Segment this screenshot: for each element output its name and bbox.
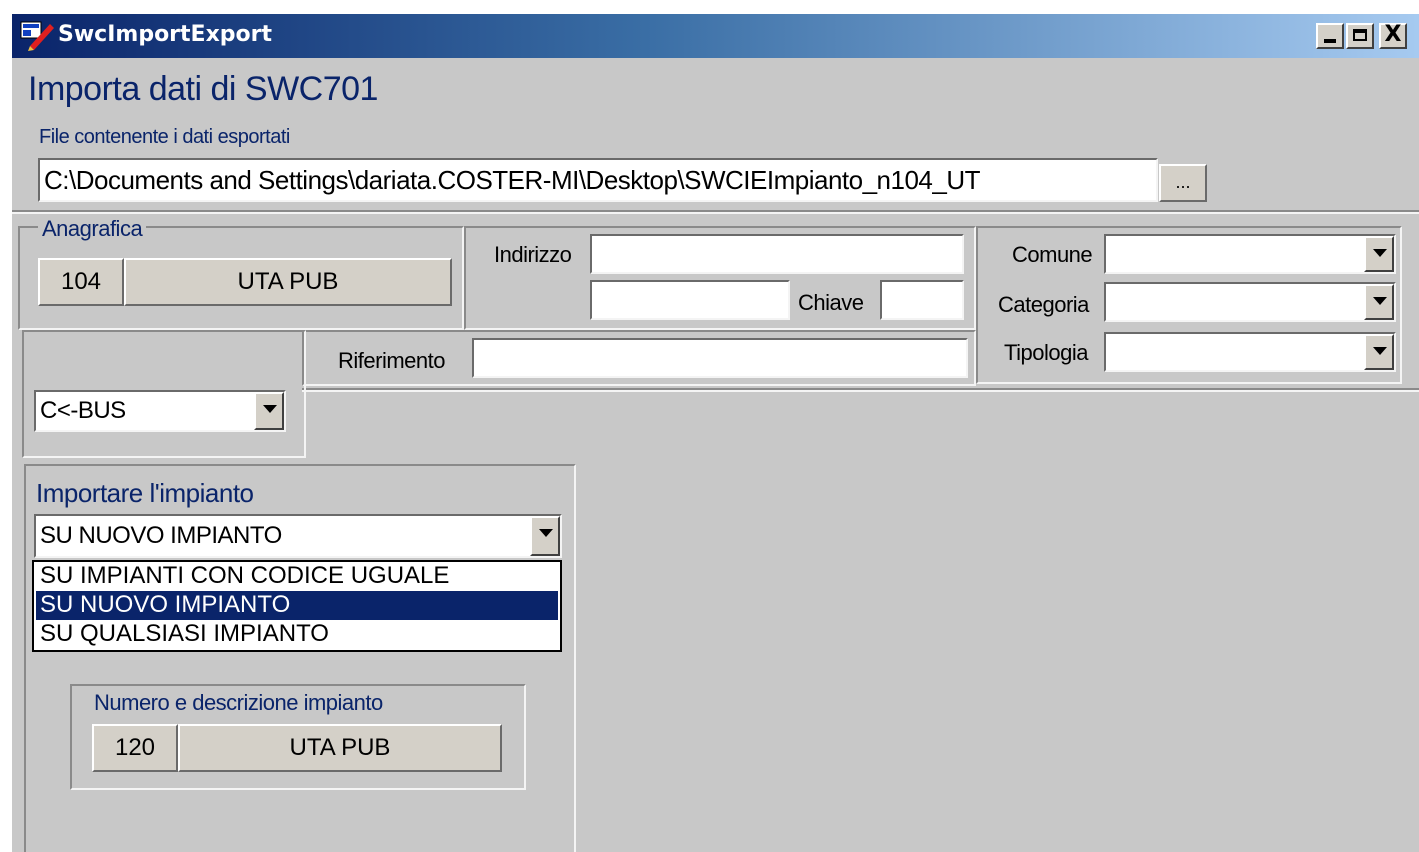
dropdown-option[interactable]: SU IMPIANTI CON CODICE UGUALE: [36, 562, 558, 591]
comune-dropdown-button[interactable]: [1364, 236, 1394, 272]
indirizzo-input[interactable]: [590, 234, 964, 274]
anagrafica-name[interactable]: UTA PUB: [124, 258, 452, 306]
page-title: Importa dati di SWC701: [28, 70, 378, 108]
file-label: File contenente i dati esportati: [39, 126, 290, 148]
chiave-label: Chiave: [798, 290, 864, 315]
import-mode-value: SU NUOVO IMPIANTO: [40, 522, 282, 549]
impianto-number-label: 120: [114, 734, 156, 761]
browse-button[interactable]: ...: [1159, 164, 1207, 202]
tipologia-dropdown-button[interactable]: [1364, 334, 1394, 370]
app-icon: [20, 21, 54, 51]
categoria-select[interactable]: [1104, 282, 1396, 322]
minimize-button[interactable]: [1316, 23, 1344, 49]
bus-select[interactable]: C<-BUS: [34, 390, 286, 432]
bus-value: C<-BUS: [40, 397, 126, 424]
anagrafica-code-label: 104: [60, 268, 102, 295]
title-bar[interactable]: SwcImportExport X: [12, 14, 1419, 58]
impianto-number[interactable]: 120: [92, 724, 178, 772]
dropdown-option-selected[interactable]: SU NUOVO IMPIANTO: [36, 591, 558, 620]
chevron-down-icon: [1373, 249, 1387, 257]
import-label: Importare l'impianto: [36, 478, 254, 508]
anagrafica-code[interactable]: 104: [38, 258, 124, 306]
minimize-icon: [1324, 39, 1336, 43]
main-window: SwcImportExport X Importa dati di SWC701…: [12, 14, 1419, 852]
browse-label: ...: [1175, 172, 1191, 192]
maximize-icon: [1353, 29, 1367, 41]
close-button[interactable]: X: [1379, 22, 1407, 49]
close-icon: X: [1384, 22, 1402, 47]
impianto-description-label: UTA PUB: [289, 734, 391, 761]
riferimento-label: Riferimento: [338, 348, 445, 373]
chevron-down-icon: [1373, 347, 1387, 355]
separator: [12, 210, 1419, 214]
file-path-field[interactable]: C:\Documents and Settings\dariata.COSTER…: [38, 158, 1158, 202]
comune-select[interactable]: [1104, 234, 1396, 274]
impianto-label: Numero e descrizione impianto: [94, 690, 383, 715]
categoria-dropdown-button[interactable]: [1364, 284, 1394, 320]
tipologia-label: Tipologia: [1004, 340, 1088, 365]
chiave-input[interactable]: [880, 280, 964, 320]
maximize-button[interactable]: [1346, 23, 1374, 49]
tipologia-select[interactable]: [1104, 332, 1396, 372]
import-dropdown-button[interactable]: [530, 516, 560, 556]
chevron-down-icon: [263, 405, 277, 413]
anagrafica-name-label: UTA PUB: [237, 268, 339, 295]
chevron-down-icon: [539, 529, 553, 537]
anagrafica-label: Anagrafica: [38, 216, 147, 242]
impianto-description[interactable]: UTA PUB: [178, 724, 502, 772]
indirizzo2-input[interactable]: [590, 280, 790, 320]
dropdown-option[interactable]: SU QUALSIASI IMPIANTO: [36, 620, 558, 649]
window-title: SwcImportExport: [58, 22, 272, 47]
file-path-value: C:\Documents and Settings\dariata.COSTER…: [44, 165, 981, 195]
import-dropdown-list: SU IMPIANTI CON CODICE UGUALE SU NUOVO I…: [32, 560, 562, 652]
riferimento-input[interactable]: [472, 338, 968, 378]
bus-dropdown-button[interactable]: [254, 392, 284, 430]
comune-label: Comune: [1012, 242, 1093, 267]
indirizzo-label: Indirizzo: [494, 242, 572, 267]
categoria-label: Categoria: [998, 292, 1089, 317]
separator-2: [302, 388, 1419, 392]
chevron-down-icon: [1373, 297, 1387, 305]
import-mode-select[interactable]: SU NUOVO IMPIANTO: [34, 514, 562, 558]
